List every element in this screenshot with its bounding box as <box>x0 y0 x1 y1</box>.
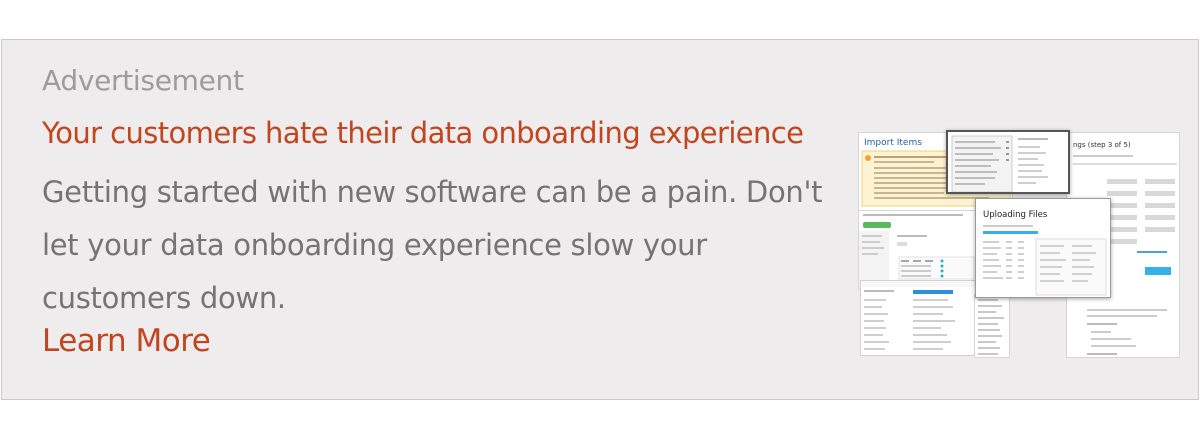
learn-more-link[interactable]: Learn More <box>42 323 211 359</box>
mapping-step-title: ngs (step 3 of 5) <box>1073 141 1131 149</box>
field-list-screenshot <box>860 280 978 356</box>
advertisement-label: Advertisement <box>42 64 244 97</box>
uploading-files-screenshot: Uploading Files <box>975 198 1111 298</box>
ad-headline[interactable]: Your customers hate their data onboardin… <box>42 116 804 150</box>
uploading-files-title: Uploading Files <box>983 210 1048 220</box>
mapping-list-screenshot <box>974 294 1010 358</box>
product-screenshot-collage[interactable]: Import Items ngs (step 3 of 5) Uploading… <box>858 126 1180 358</box>
column-dropdown-screenshot <box>946 130 1070 194</box>
ad-body-text: Getting started with new software can be… <box>42 175 823 315</box>
import-items-title: Import Items <box>864 138 922 148</box>
data-table-screenshot <box>858 210 978 290</box>
